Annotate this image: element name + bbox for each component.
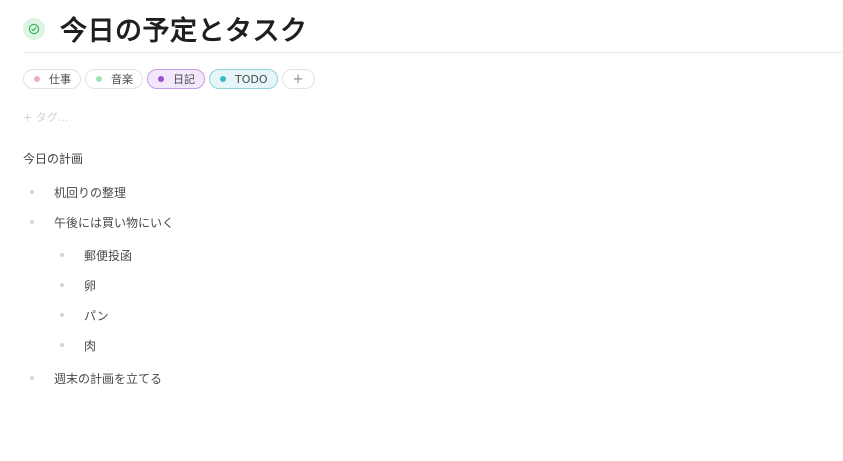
tag-todo[interactable]: TODO — [209, 69, 278, 89]
bullet-icon — [30, 220, 34, 224]
tag-label: TODO — [235, 72, 268, 86]
tag-diary[interactable]: 日記 — [147, 69, 205, 89]
tag-dot — [158, 76, 164, 82]
list-item-text: パン — [84, 308, 109, 323]
list-item-text: 週末の計画を立てる — [54, 371, 163, 386]
bullet-icon — [30, 376, 34, 380]
bullet-icon — [60, 343, 64, 347]
bullet-icon — [60, 313, 64, 317]
list-item-text: 郵便投函 — [84, 248, 133, 263]
tag-list: 仕事 音楽 日記 TODO + — [23, 69, 315, 89]
title-row: 今日の予定とタスク — [23, 8, 843, 53]
tag-dot — [34, 76, 40, 82]
add-tag-button[interactable]: + — [281, 69, 315, 89]
tag-label: 音楽 — [111, 73, 133, 86]
list-item-text: 机回りの整理 — [54, 185, 127, 200]
check-circle-icon[interactable] — [23, 18, 45, 40]
tag-dot — [220, 76, 226, 82]
list-item[interactable]: 机回りの整理 — [30, 183, 126, 201]
list-item[interactable]: 午後には買い物にいく — [30, 213, 174, 231]
page-title[interactable]: 今日の予定とタスク — [60, 9, 308, 48]
bullet-icon — [60, 283, 64, 287]
bullet-icon — [30, 190, 34, 194]
tag-input[interactable] — [23, 109, 223, 125]
tag-work[interactable]: 仕事 — [23, 69, 81, 89]
list-item[interactable]: パン — [60, 306, 109, 324]
list-item-text: 肉 — [84, 338, 97, 353]
list-item[interactable]: 郵便投函 — [60, 246, 132, 264]
tag-label: 仕事 — [49, 73, 71, 86]
list-item[interactable]: 卵 — [60, 276, 96, 294]
list-item[interactable]: 肉 — [60, 336, 96, 354]
note-page: 今日の予定とタスク 仕事 音楽 日記 TODO + 今日の計画 机回りの整理 午… — [0, 0, 843, 461]
tag-dot — [96, 76, 102, 82]
tag-music[interactable]: 音楽 — [85, 69, 143, 89]
tag-label: 日記 — [173, 73, 195, 86]
bullet-icon — [60, 253, 64, 257]
list-item-text: 卵 — [84, 278, 97, 293]
list-item[interactable]: 週末の計画を立てる — [30, 369, 162, 387]
list-item-text: 午後には買い物にいく — [54, 215, 175, 230]
section-heading[interactable]: 今日の計画 — [23, 150, 83, 167]
